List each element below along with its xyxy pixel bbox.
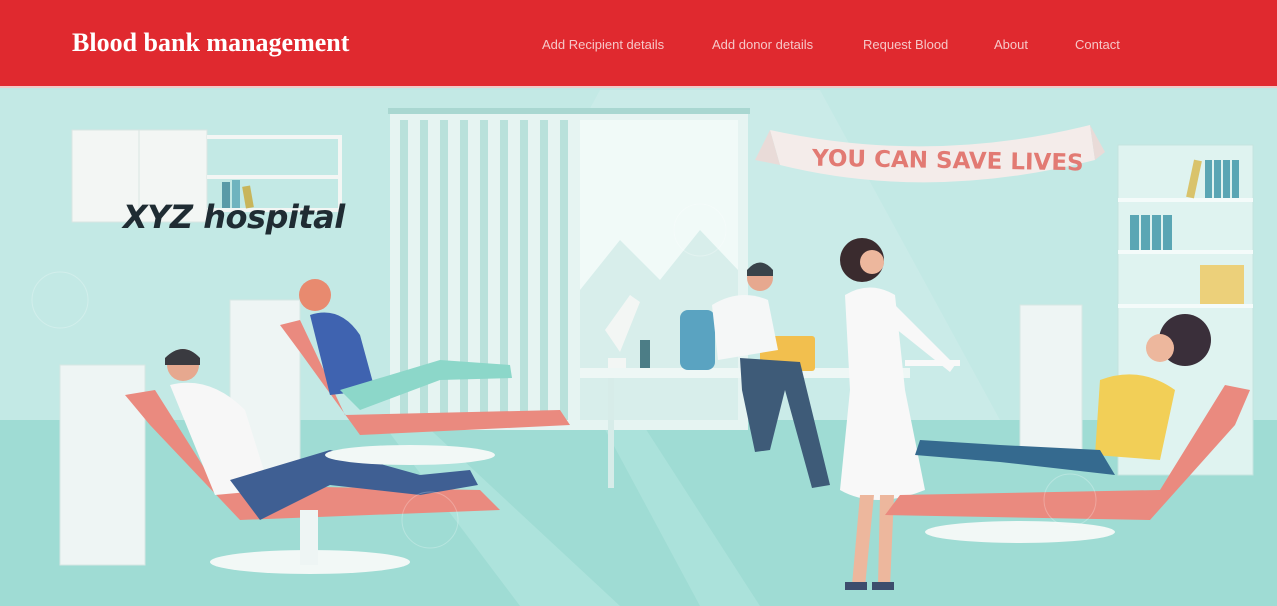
nav-request-blood[interactable]: Request Blood [863,37,948,52]
brand-title[interactable]: Blood bank management [72,28,349,58]
nav-add-recipient-details[interactable]: Add Recipient details [542,37,664,52]
nav-add-donor-details[interactable]: Add donor details [712,37,813,52]
blood-donation-illustration [0,90,1277,606]
nav-about[interactable]: About [994,37,1028,52]
banner-slogan: YOU CAN SAVE LIVES [811,145,1084,177]
hero-section: XYZ hospital YOU CAN SAVE LIVES [0,90,1277,606]
top-navbar: Blood bank management Add Recipient deta… [0,0,1277,88]
hospital-title: XYZ hospital [123,198,345,236]
nav-contact[interactable]: Contact [1075,37,1120,52]
